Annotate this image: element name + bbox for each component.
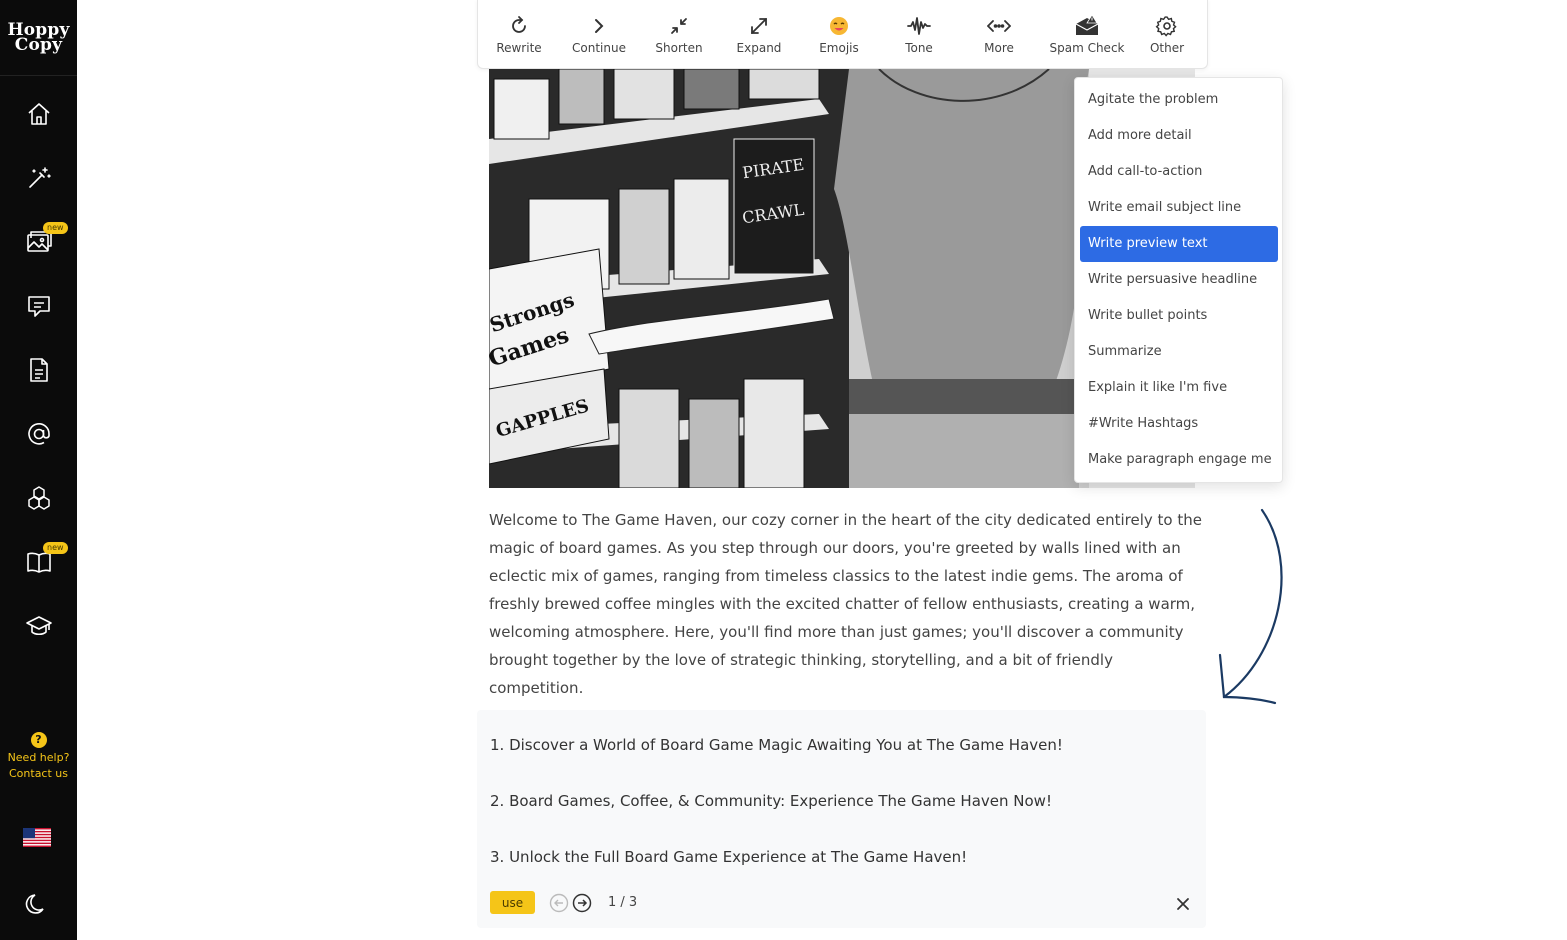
waveform-icon xyxy=(907,17,931,35)
option-write-preview-text[interactable]: Write preview text xyxy=(1080,226,1278,262)
close-icon[interactable] xyxy=(1175,896,1191,912)
use-button[interactable]: use xyxy=(490,891,535,914)
magic-wand-icon xyxy=(28,167,51,188)
sidebar-item-email[interactable] xyxy=(0,412,77,456)
sidebar-item-chat[interactable] xyxy=(0,284,77,328)
option-write-hashtags[interactable]: #Write Hashtags xyxy=(1080,406,1278,442)
suggestion-counter: 1 / 3 xyxy=(608,895,638,910)
moon-icon[interactable] xyxy=(23,890,51,918)
continue-label: Continue xyxy=(572,41,626,55)
logo-line-2: Copy xyxy=(14,34,63,55)
editor-toolbar: Rewrite Continue Shorten Expand Emojis T… xyxy=(477,0,1208,69)
suggestions-panel: 1. Discover a World of Board Game Magic … xyxy=(477,710,1206,928)
cubes-icon xyxy=(27,486,50,510)
sidebar-item-library[interactable]: new xyxy=(0,540,77,584)
spam-mail-icon xyxy=(1075,14,1099,35)
option-write-persuasive-headline[interactable]: Write persuasive headline xyxy=(1080,262,1278,298)
sidebar: Hoppy Copy new new ? Need help? Contact … xyxy=(0,0,77,940)
editor-paragraph[interactable]: Welcome to The Game Haven, our cozy corn… xyxy=(489,506,1209,702)
rewrite-button[interactable]: Rewrite xyxy=(479,0,559,68)
option-make-paragraph-engage[interactable]: Make paragraph engage me xyxy=(1080,442,1278,478)
option-add-call-to-action[interactable]: Add call-to-action xyxy=(1080,154,1278,190)
option-agitate-problem[interactable]: Agitate the problem xyxy=(1080,82,1278,118)
emoji-icon xyxy=(830,17,848,35)
curved-arrow-icon xyxy=(1218,508,1283,705)
sidebar-item-images[interactable]: new xyxy=(0,220,77,264)
sidebar-item-home[interactable] xyxy=(0,92,77,136)
expand-icon xyxy=(751,18,767,34)
more-label: More xyxy=(984,41,1014,55)
suggestion-1[interactable]: 1. Discover a World of Board Game Magic … xyxy=(490,736,1063,754)
emojis-label: Emojis xyxy=(819,41,859,55)
sidebar-item-integrations[interactable] xyxy=(0,476,77,520)
rewrite-icon xyxy=(512,16,526,33)
tone-button[interactable]: Tone xyxy=(879,0,959,68)
shorten-label: Shorten xyxy=(655,41,703,55)
document-icon xyxy=(29,358,48,382)
sidebar-item-academy[interactable] xyxy=(0,604,77,648)
us-flag-icon[interactable] xyxy=(23,828,51,847)
at-icon xyxy=(27,423,50,445)
option-explain-like-five[interactable]: Explain it like I'm five xyxy=(1080,370,1278,406)
question-icon: ? xyxy=(30,732,47,748)
help-line-1: Need help? xyxy=(7,751,70,764)
shorten-button[interactable]: Shorten xyxy=(639,0,719,68)
arrow-right-circle-icon[interactable] xyxy=(572,893,592,913)
help-contact-link[interactable]: ? Need help? Contact us xyxy=(0,732,77,782)
chat-icon xyxy=(27,296,50,317)
continue-button[interactable]: Continue xyxy=(559,0,639,68)
sidebar-item-documents[interactable] xyxy=(0,348,77,392)
chevron-right-icon xyxy=(595,19,604,33)
gear-icon xyxy=(1155,16,1177,37)
expand-label: Expand xyxy=(736,41,782,55)
more-button[interactable]: More xyxy=(959,0,1039,68)
new-badge: new xyxy=(43,542,68,554)
rewrite-label: Rewrite xyxy=(496,41,542,55)
sidebar-item-magic[interactable] xyxy=(0,156,77,200)
arrow-left-circle-icon[interactable] xyxy=(549,893,569,913)
emojis-button[interactable]: Emojis xyxy=(799,0,879,68)
option-add-more-detail[interactable]: Add more detail xyxy=(1080,118,1278,154)
suggestion-3[interactable]: 3. Unlock the Full Board Game Experience… xyxy=(490,848,967,866)
option-write-email-subject-line[interactable]: Write email subject line xyxy=(1080,190,1278,226)
shrink-icon xyxy=(671,18,687,34)
graduation-cap-icon xyxy=(25,616,52,636)
spam-check-button[interactable]: Spam Check xyxy=(1047,0,1127,68)
other-button[interactable]: Other xyxy=(1127,0,1207,68)
new-badge: new xyxy=(43,222,68,234)
brand-logo[interactable]: Hoppy Copy xyxy=(0,0,77,76)
option-write-bullet-points[interactable]: Write bullet points xyxy=(1080,298,1278,334)
suggestion-2[interactable]: 2. Board Games, Coffee, & Community: Exp… xyxy=(490,792,1052,810)
other-label: Other xyxy=(1149,41,1185,55)
home-icon xyxy=(27,103,50,125)
expand-button[interactable]: Expand xyxy=(719,0,799,68)
spam-check-label: Spam Check xyxy=(1049,41,1125,55)
tone-label: Tone xyxy=(905,41,933,55)
help-line-2: Contact us xyxy=(9,767,68,780)
option-summarize[interactable]: Summarize xyxy=(1080,334,1278,370)
more-options-dropdown: Agitate the problem Add more detail Add … xyxy=(1074,77,1283,483)
code-dots-icon xyxy=(987,20,1011,32)
